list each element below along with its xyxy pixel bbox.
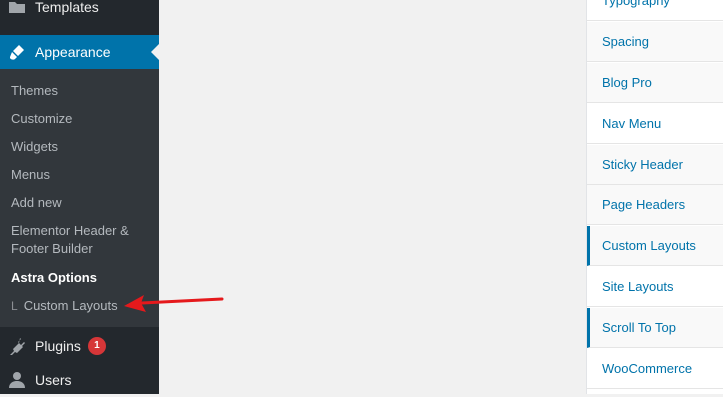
panel-item-page-headers[interactable]: Page Headers xyxy=(587,185,723,225)
plug-icon xyxy=(7,336,27,356)
panel-item-nav-menu[interactable]: Nav Menu xyxy=(587,104,723,144)
admin-sidebar: Templates Appearance Themes Customize Wi… xyxy=(0,0,159,394)
panel-item-scroll-to-top[interactable]: Scroll To Top xyxy=(587,308,723,348)
appearance-submenu: Themes Customize Widgets Menus Add new E… xyxy=(0,69,159,327)
panel-item-blog-pro[interactable]: Blog Pro xyxy=(587,63,723,103)
user-icon xyxy=(7,370,27,390)
menu-users-label: Users xyxy=(35,372,72,388)
panel-item-sticky-header[interactable]: Sticky Header xyxy=(587,145,723,185)
panel-item-custom-layouts[interactable]: Custom Layouts xyxy=(587,226,723,266)
submenu-elementor-header-footer[interactable]: Elementor Header & Footer Builder xyxy=(11,222,151,258)
folder-icon xyxy=(7,0,27,17)
menu-users[interactable]: Users xyxy=(0,363,159,397)
menu-plugins-label: Plugins xyxy=(35,338,81,354)
menu-plugins[interactable]: Plugins 1 xyxy=(0,329,159,363)
menu-templates[interactable]: Templates xyxy=(0,0,159,24)
panel-item-woocommerce[interactable]: WooCommerce xyxy=(587,349,723,389)
submenu-custom-layouts-label: Custom Layouts xyxy=(23,298,118,313)
submenu-widgets[interactable]: Widgets xyxy=(11,138,151,156)
submenu-themes[interactable]: Themes xyxy=(11,82,151,100)
menu-appearance-label: Appearance xyxy=(35,44,111,60)
submenu-add-new[interactable]: Add new xyxy=(11,194,151,212)
paintbrush-icon xyxy=(7,42,27,62)
submenu-menus[interactable]: Menus xyxy=(11,166,151,184)
submenu-customize[interactable]: Customize xyxy=(11,110,151,128)
tree-connector-icon: L xyxy=(11,299,18,313)
submenu-astra-options[interactable]: Astra Options xyxy=(11,269,151,287)
menu-appearance[interactable]: Appearance xyxy=(0,35,159,69)
panel-item-site-layouts[interactable]: Site Layouts xyxy=(587,267,723,307)
panel-item-spacing[interactable]: Spacing xyxy=(587,22,723,62)
panel-item-typography[interactable]: Typography xyxy=(587,0,723,21)
astra-addons-panel: Typography Spacing Blog Pro Nav Menu Sti… xyxy=(586,0,723,394)
annotation-arrow-icon xyxy=(124,295,224,312)
menu-templates-label: Templates xyxy=(35,0,99,15)
plugins-update-badge: 1 xyxy=(87,337,106,355)
